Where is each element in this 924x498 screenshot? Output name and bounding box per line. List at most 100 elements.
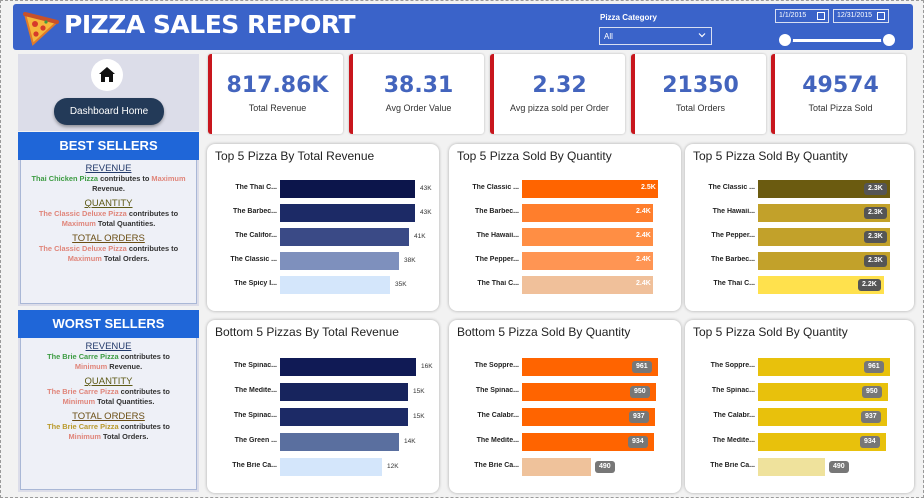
kpi-avg-pizza-per-order: 2.32 Avg pizza sold per Order bbox=[490, 54, 625, 134]
bar[interactable] bbox=[280, 408, 408, 426]
bar[interactable] bbox=[522, 204, 653, 222]
data-label: 937 bbox=[861, 411, 881, 423]
chart-row[interactable]: The Barbec... 43K bbox=[207, 204, 439, 222]
bar[interactable] bbox=[522, 458, 591, 476]
chart-row[interactable]: The Medite... 934 bbox=[449, 433, 681, 451]
chart-row[interactable]: The Spinac... 16K bbox=[207, 358, 439, 376]
bar[interactable] bbox=[522, 180, 658, 198]
date-end-value: 12/31/2015 bbox=[837, 12, 873, 19]
chart-row[interactable]: The Hawaii... 2.3K bbox=[685, 204, 914, 222]
category-label: The Hawaii... bbox=[712, 208, 755, 215]
category-label: The Pepper... bbox=[711, 232, 755, 239]
worst-quantity-heading: QUANTITY bbox=[84, 376, 133, 387]
chart-row[interactable]: The Green ... 14K bbox=[207, 433, 439, 451]
chart-row[interactable]: The Soppre... 961 bbox=[685, 358, 914, 376]
kpi-label: Total Pizza Sold bbox=[808, 103, 873, 113]
bar[interactable] bbox=[280, 358, 416, 376]
chart-row[interactable]: The Spinac... 950 bbox=[449, 383, 681, 401]
chart-row[interactable]: The Brie Ca... 12K bbox=[207, 458, 439, 476]
data-label: 950 bbox=[862, 386, 882, 398]
best-quantity-suffix: Total Quantities. bbox=[95, 219, 156, 228]
data-label: 15K bbox=[413, 388, 425, 395]
worst-orders-suffix: Total Orders. bbox=[100, 432, 149, 441]
bar[interactable] bbox=[280, 383, 408, 401]
chart-row[interactable]: The Soppre... 961 bbox=[449, 358, 681, 376]
bar[interactable] bbox=[280, 458, 382, 476]
chart-row[interactable]: The Spinac... 950 bbox=[685, 383, 914, 401]
chart-row[interactable]: The Brie Ca... 490 bbox=[685, 458, 914, 476]
date-range-start-handle[interactable] bbox=[777, 32, 793, 48]
chart-row[interactable]: The Medite... 934 bbox=[685, 433, 914, 451]
data-label: 2.3K bbox=[864, 255, 887, 267]
chart-row[interactable]: The Barbec... 2.3K bbox=[685, 252, 914, 270]
chart-row[interactable]: The Pepper... 2.4K bbox=[449, 252, 681, 270]
kpi-label: Avg pizza sold per Order bbox=[510, 103, 609, 113]
best-orders-metric: TOTAL ORDERS The Classic Deluxe Pizza co… bbox=[21, 234, 196, 264]
kpi-total-orders: 21350 Total Orders bbox=[631, 54, 766, 134]
data-label: 43K bbox=[420, 185, 432, 192]
best-revenue-suffix: Revenue. bbox=[92, 184, 125, 193]
bar[interactable] bbox=[522, 228, 653, 246]
category-label: The Barbec... bbox=[475, 208, 519, 215]
chart-row[interactable]: The Thai C... 43K bbox=[207, 180, 439, 198]
chart-row[interactable]: The Thai C... 2.2K bbox=[685, 276, 914, 294]
chart-title: Top 5 Pizza By Total Revenue bbox=[215, 149, 375, 163]
bar[interactable] bbox=[522, 252, 653, 270]
chart-row[interactable]: The Spinac... 15K bbox=[207, 408, 439, 426]
best-sellers-title: BEST SELLERS bbox=[18, 132, 199, 160]
calendar-icon[interactable] bbox=[817, 12, 825, 20]
chart-row[interactable]: The Thai C... 2.4K bbox=[449, 276, 681, 294]
dashboard-home-button[interactable]: Dashboard Home bbox=[54, 98, 164, 125]
calendar-icon[interactable] bbox=[877, 12, 885, 20]
category-label: The Soppre... bbox=[474, 362, 519, 369]
worst-revenue-suffix: Revenue. bbox=[107, 362, 143, 371]
data-label: 2.2K bbox=[858, 279, 881, 291]
data-label: 16K bbox=[421, 363, 433, 370]
category-label: The Spinac... bbox=[233, 362, 277, 369]
bar[interactable] bbox=[280, 228, 409, 246]
chart-row[interactable]: The Classic ... 2.3K bbox=[685, 180, 914, 198]
category-label: The Hawaii... bbox=[476, 232, 519, 239]
best-orders-connector: contributes to bbox=[126, 244, 179, 253]
bar[interactable] bbox=[522, 276, 653, 294]
category-dropdown[interactable]: All bbox=[599, 27, 712, 45]
chart-row[interactable]: The Califor... 41K bbox=[207, 228, 439, 246]
best-quantity-level: Maximum bbox=[61, 219, 96, 228]
data-label: 937 bbox=[629, 411, 649, 423]
date-range-slider-track[interactable] bbox=[785, 39, 891, 42]
category-label: The Green ... bbox=[234, 437, 277, 444]
chart-row[interactable]: The Medite... 15K bbox=[207, 383, 439, 401]
worst-revenue-pizza: The Brie Carre Pizza bbox=[47, 352, 119, 361]
chart-row[interactable]: The Classic ... 38K bbox=[207, 252, 439, 270]
date-start-input[interactable]: 1/1/2015 bbox=[775, 9, 829, 23]
worst-revenue-metric: REVENUE The Brie Carre Pizza contributes… bbox=[21, 342, 196, 372]
chart-row[interactable]: The Barbec... 2.4K bbox=[449, 204, 681, 222]
chart-row[interactable]: The Hawaii... 2.4K bbox=[449, 228, 681, 246]
best-quantity-heading: QUANTITY bbox=[84, 198, 133, 209]
bar[interactable] bbox=[280, 252, 399, 270]
chart-title: Bottom 5 Pizza Sold By Quantity bbox=[457, 325, 631, 339]
bar[interactable] bbox=[280, 180, 415, 198]
chart-title: Top 5 Pizza Sold By Quantity bbox=[693, 149, 848, 163]
chart-row[interactable]: The Brie Ca... 490 bbox=[449, 458, 681, 476]
worst-quantity-suffix: Total Quantities. bbox=[95, 397, 155, 406]
data-label: 934 bbox=[628, 436, 648, 448]
category-label: The Barbec... bbox=[711, 256, 755, 263]
chart-row[interactable]: The Classic ... 2.5K bbox=[449, 180, 681, 198]
date-range-end-handle[interactable] bbox=[881, 32, 897, 48]
home-icon-button[interactable] bbox=[91, 59, 123, 91]
chart-top5-quantity-gold: Top 5 Pizza Sold By Quantity The Classic … bbox=[685, 144, 914, 311]
bar[interactable] bbox=[758, 458, 825, 476]
bar[interactable] bbox=[280, 433, 399, 451]
date-end-input[interactable]: 12/31/2015 bbox=[833, 9, 889, 23]
chart-bottom5-revenue: Bottom 5 Pizzas By Total Revenue The Spin… bbox=[207, 320, 439, 493]
worst-orders-level: Minimum bbox=[68, 432, 101, 441]
chart-row[interactable]: The Spicy I... 35K bbox=[207, 276, 439, 294]
navigation-panel: Dashboard Home bbox=[18, 54, 199, 131]
chart-row[interactable]: The Pepper... 2.3K bbox=[685, 228, 914, 246]
bar[interactable] bbox=[280, 204, 415, 222]
chart-row[interactable]: The Calabr... 937 bbox=[685, 408, 914, 426]
bar[interactable] bbox=[280, 276, 390, 294]
worst-revenue-level: Minimum bbox=[74, 362, 108, 371]
chart-row[interactable]: The Calabr... 937 bbox=[449, 408, 681, 426]
